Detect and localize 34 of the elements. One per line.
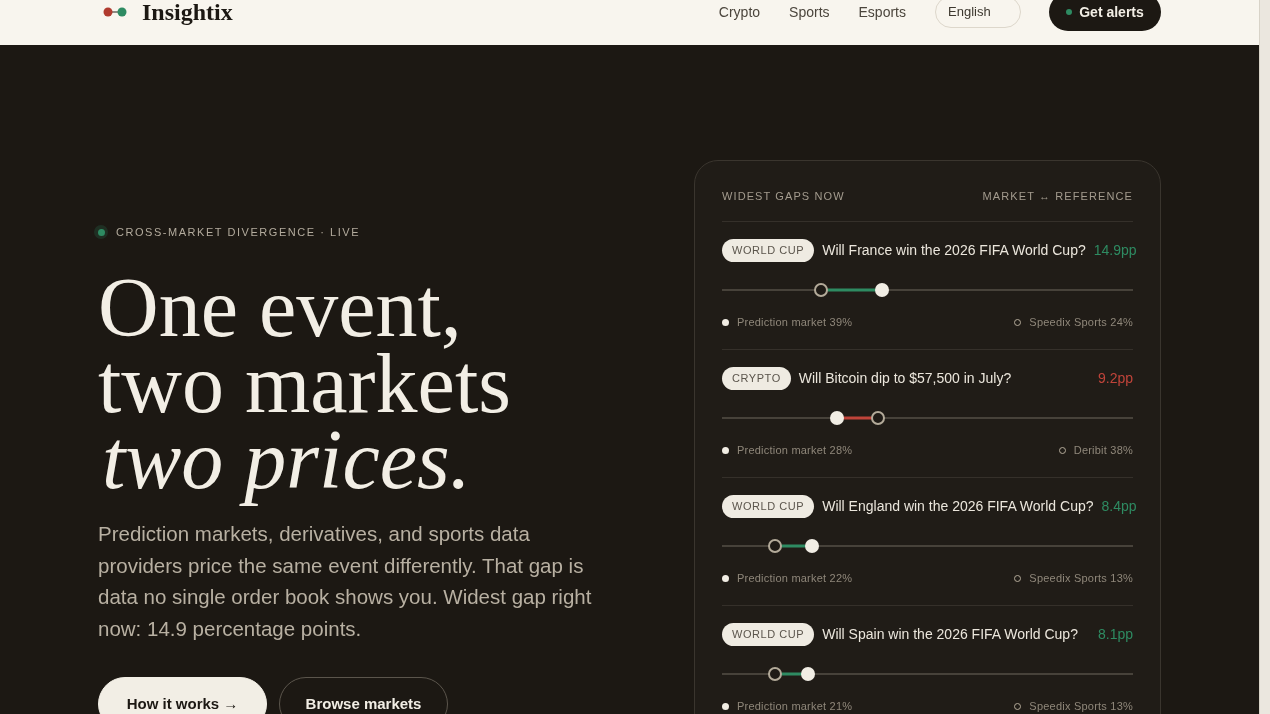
gap-value: 8.1pp	[1097, 625, 1133, 644]
market-question: Will France win the 2026 FIFA World Cup?	[822, 241, 1086, 260]
gap-value: 8.4pp	[1101, 497, 1137, 516]
source-label: Speedix Sports 24%	[1029, 315, 1133, 330]
market-question: Will Spain win the 2026 FIFA World Cup?	[822, 625, 1079, 644]
intro-paragraph: Prediction markets, derivatives, and sports data providers price the same event differently. That gap is data no single order book shows you. Widest gap right now: 14.9 percentage points.	[98, 521, 593, 642]
scrollbar-track[interactable]	[1259, 0, 1270, 714]
get-alerts-button[interactable]: Get alerts	[1049, 0, 1161, 31]
card-legend: MARKET ↔ REFERENCE	[982, 188, 1133, 204]
gap-value: 9.2pp	[1097, 369, 1133, 388]
card-title: WIDEST GAPS NOW	[722, 189, 845, 204]
category-tag: WORLD CUP	[722, 495, 815, 518]
category-tag: WORLD CUP	[722, 239, 815, 262]
market-question: Will England win the 2026 FIFA World Cup?	[822, 497, 1094, 516]
source-label: Prediction market 39%	[737, 315, 853, 330]
live-dot-icon	[94, 225, 108, 239]
brand-name: Insightix	[142, 0, 233, 27]
source-label: Speedix Sports 13%	[1029, 699, 1133, 714]
category-tag: WORLD CUP	[722, 623, 815, 646]
gap-value: 14.9pp	[1093, 241, 1137, 260]
category-tag: CRYPTO	[722, 367, 791, 390]
how-it-works-button[interactable]: How it works →	[98, 677, 267, 714]
nav-link[interactable]: Crypto	[718, 1, 761, 23]
source-label: Speedix Sports 13%	[1029, 571, 1133, 586]
source-label: Prediction market 21%	[737, 699, 853, 714]
headline-line: two prices.	[102, 412, 471, 506]
nav-link[interactable]: Sports	[789, 1, 830, 23]
logo-icon	[103, 7, 127, 17]
nav-link[interactable]: Esports	[858, 1, 906, 23]
source-label: Prediction market 28%	[737, 443, 853, 458]
source-label: Prediction market 22%	[737, 571, 853, 586]
eyebrow-label: CROSS-MARKET DIVERGENCE · LIVE	[116, 224, 361, 240]
market-question: Will Bitcoin dip to $57,500 in July?	[798, 369, 1013, 388]
source-label: Deribit 38%	[1073, 443, 1133, 458]
